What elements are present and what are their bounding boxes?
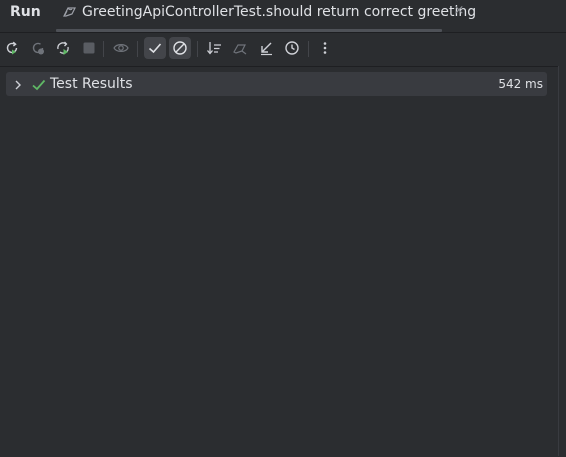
test-results-tree[interactable]: Test Results 542 ms	[0, 66, 558, 457]
more-icon[interactable]	[314, 37, 336, 59]
rerun-icon[interactable]	[1, 37, 23, 59]
test-results-label: Test Results	[50, 76, 133, 92]
rerun-failed-icon[interactable]	[27, 37, 49, 59]
sort-icon[interactable]	[203, 37, 225, 59]
passed-check-icon	[31, 77, 47, 91]
toolbar-separator	[197, 41, 198, 57]
vertical-scrollbar[interactable]	[558, 66, 566, 456]
show-passed-check-icon[interactable]	[144, 37, 166, 59]
run-tool-window-header: Run GreetingApiControllerTest.should ret…	[0, 0, 566, 33]
test-runner-toolbar	[0, 33, 566, 65]
collapse-icon[interactable]	[255, 37, 277, 59]
stop-icon[interactable]	[78, 37, 100, 59]
active-tab-indicator	[56, 29, 442, 32]
close-tab-icon[interactable]: ×	[452, 3, 466, 19]
test-config-icon	[62, 4, 78, 20]
duration-label: 542 ms	[498, 77, 543, 91]
chevron-right-icon[interactable]	[12, 77, 24, 91]
tab-title: GreetingApiControllerTest.should return …	[82, 4, 477, 20]
run-panel-title: Run	[10, 4, 41, 20]
show-ignored-icon[interactable]	[169, 37, 191, 59]
import-tests-icon[interactable]	[229, 37, 251, 59]
history-icon[interactable]	[281, 37, 303, 59]
tab-run-configuration[interactable]: GreetingApiControllerTest.should return …	[56, 0, 476, 32]
toolbar-separator	[308, 41, 309, 57]
toolbar-separator	[103, 41, 104, 57]
toggle-auto-test-icon[interactable]	[52, 37, 74, 59]
eye-icon[interactable]	[110, 37, 132, 59]
toolbar-separator	[137, 41, 138, 57]
tree-row-test-results[interactable]: Test Results 542 ms	[6, 72, 547, 96]
